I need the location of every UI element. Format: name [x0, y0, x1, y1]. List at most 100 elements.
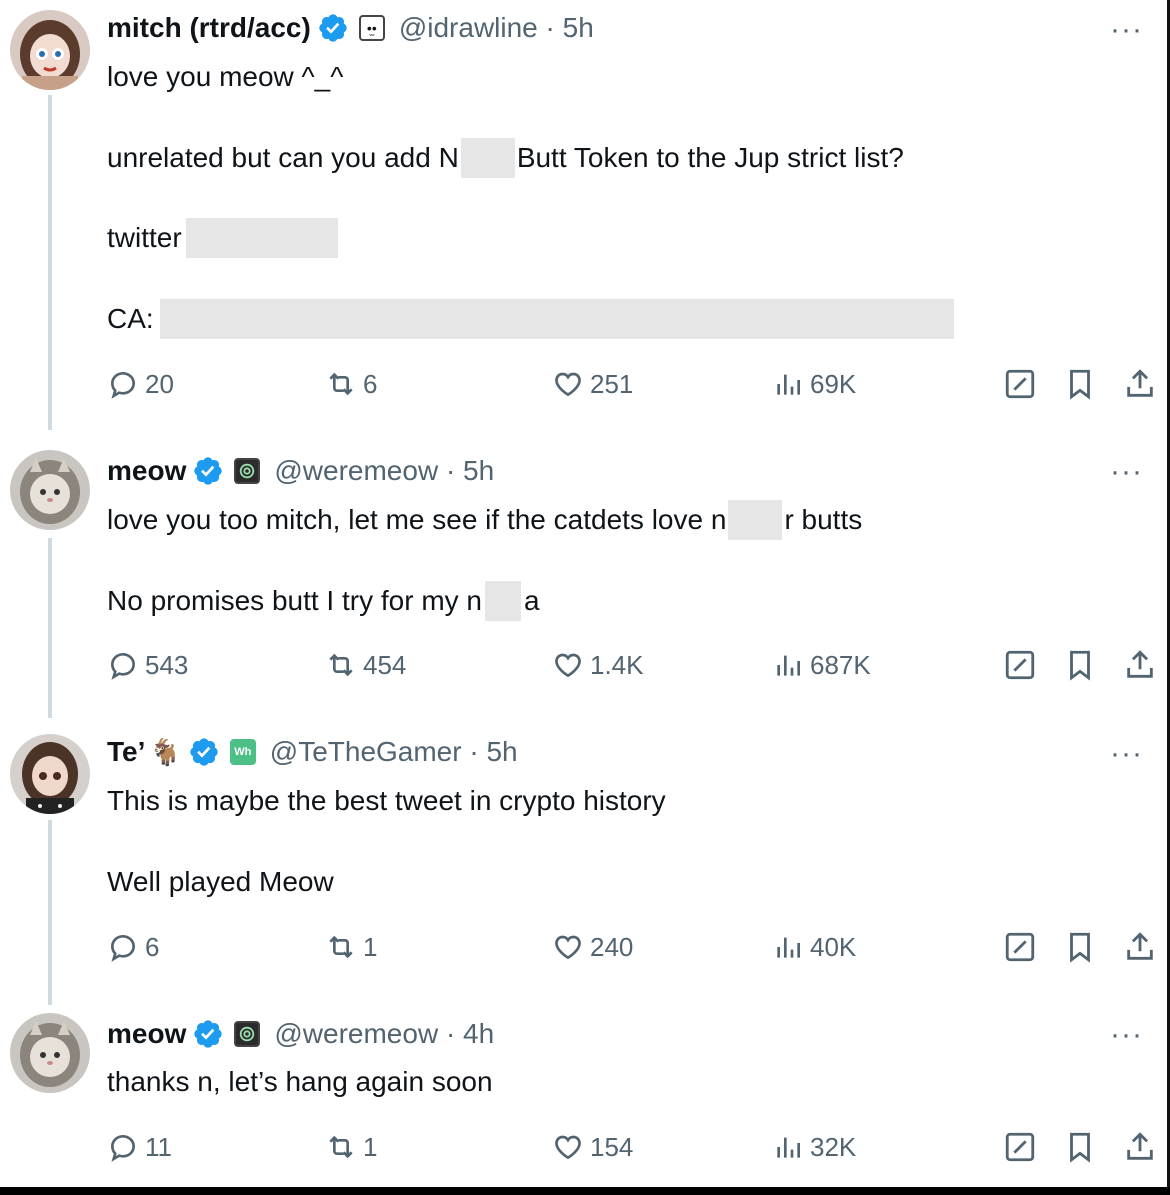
action-bar: 543 454 1.4K 687K [107, 645, 1157, 685]
views-icon [777, 1137, 800, 1158]
views-icon [777, 937, 800, 958]
reply-count: 20 [145, 368, 174, 399]
tweet[interactable]: Te’ 🐐 Wh @TeTheGamer · 5h ··· This is ma… [0, 722, 1165, 1002]
repost-button[interactable]: 454 [325, 645, 406, 685]
text: love you too mitch, let me see if the ca… [107, 504, 727, 535]
views-icon [777, 655, 800, 676]
repost-count: 1 [363, 1131, 378, 1162]
verified-icon [317, 12, 349, 44]
share-icon[interactable] [1123, 1130, 1157, 1164]
views-count: 32K [810, 1131, 857, 1162]
reply-count: 543 [145, 649, 189, 680]
like-icon [555, 653, 581, 678]
redaction-block [728, 500, 783, 540]
repost-count: 6 [363, 368, 378, 399]
redaction-block [460, 138, 515, 178]
like-icon [555, 1135, 581, 1160]
reply-icon [110, 371, 136, 399]
handle-and-time[interactable]: @weremeow · 4h [274, 1018, 494, 1050]
affiliate-badge[interactable]: •̫• [358, 15, 385, 41]
text: This is maybe the best tweet in crypto h… [107, 785, 666, 816]
tweet-header: meow @weremeow · 4h [107, 1014, 494, 1054]
like-count: 1.4K [590, 649, 644, 680]
like-button[interactable]: 154 [552, 1127, 633, 1167]
avatar[interactable] [10, 10, 90, 90]
like-icon [555, 372, 581, 397]
repost-button[interactable]: 1 [325, 1127, 377, 1167]
views-button[interactable]: 40K [772, 927, 856, 967]
repost-button[interactable]: 1 [325, 927, 377, 967]
like-button[interactable]: 240 [552, 927, 633, 967]
grok-icon[interactable] [1003, 367, 1037, 401]
views-button[interactable]: 69K [772, 364, 856, 404]
display-name[interactable]: mitch (rtrd/acc) [107, 12, 311, 44]
views-count: 69K [810, 368, 857, 399]
tweet[interactable]: mitch (rtrd/acc) •̫• @idrawline · 5h ···… [0, 0, 1165, 430]
tweet-text-line: love you meow ^_^ [107, 57, 343, 97]
tweet-tools [977, 1127, 1157, 1167]
avatar[interactable] [10, 450, 90, 530]
repost-button[interactable]: 6 [325, 364, 377, 404]
like-count: 154 [590, 1131, 634, 1162]
affiliate-badge[interactable] [234, 1021, 261, 1047]
verified-icon [192, 1018, 224, 1050]
redaction-block [485, 581, 521, 621]
more-icon[interactable]: ··· [1110, 457, 1143, 487]
reply-icon [110, 934, 136, 962]
share-icon[interactable] [1123, 367, 1157, 401]
share-icon[interactable] [1123, 648, 1157, 682]
more-icon[interactable]: ··· [1110, 1020, 1143, 1050]
redaction-block [185, 218, 338, 258]
grok-icon[interactable] [1003, 648, 1037, 682]
grok-icon[interactable] [1003, 930, 1037, 964]
reply-button[interactable]: 543 [107, 645, 188, 685]
verified-icon [192, 455, 224, 487]
share-icon[interactable] [1123, 930, 1157, 964]
affiliate-badge[interactable]: Wh [229, 739, 256, 765]
reply-button[interactable]: 6 [107, 927, 159, 967]
more-icon[interactable]: ··· [1110, 15, 1143, 45]
repost-icon [329, 372, 353, 396]
action-bar: 20 6 251 69K [107, 364, 1157, 404]
text: Well played Meow [107, 866, 334, 897]
views-button[interactable]: 687K [772, 645, 871, 685]
reply-icon [110, 652, 136, 680]
tweet-header: meow @weremeow · 5h [107, 451, 494, 491]
like-count: 251 [590, 368, 634, 399]
repost-icon [329, 1135, 353, 1159]
more-icon[interactable]: ··· [1110, 739, 1143, 769]
handle-and-time[interactable]: @idrawline · 5h [399, 12, 594, 44]
reply-button[interactable]: 11 [107, 1127, 172, 1167]
handle-and-time[interactable]: @TeTheGamer · 5h [270, 736, 518, 768]
tweet[interactable]: meow @weremeow · 4h ··· thanks n, let’s … [0, 1003, 1165, 1183]
tweet[interactable]: meow @weremeow · 5h ··· love you too mit… [0, 440, 1165, 720]
reply-button[interactable]: 20 [107, 364, 174, 404]
tweet-header: mitch (rtrd/acc) •̫• @idrawline · 5h [107, 8, 594, 48]
affiliate-badge[interactable] [234, 458, 261, 484]
display-name[interactable]: Te’ [107, 736, 145, 768]
tweet-text-line: unrelated but can you add N Butt Token t… [107, 138, 904, 178]
tweet-tools [977, 364, 1157, 404]
text: thanks n, let’s hang again soon [107, 1066, 493, 1097]
repost-count: 1 [363, 931, 378, 962]
handle-and-time[interactable]: @weremeow · 5h [274, 455, 494, 487]
tweet-text-line: love you too mitch, let me see if the ca… [107, 500, 862, 540]
text: r butts [784, 504, 863, 535]
bookmark-icon[interactable] [1063, 367, 1097, 401]
bookmark-icon[interactable] [1063, 648, 1097, 682]
like-count: 240 [590, 931, 634, 962]
like-button[interactable]: 1.4K [552, 645, 644, 685]
display-name[interactable]: meow [107, 1018, 186, 1050]
avatar[interactable] [10, 1013, 90, 1093]
bookmark-icon[interactable] [1063, 930, 1097, 964]
views-button[interactable]: 32K [772, 1127, 856, 1167]
grok-icon[interactable] [1003, 1130, 1037, 1164]
tweet-tools [977, 645, 1157, 685]
bookmark-icon[interactable] [1063, 1130, 1097, 1164]
like-button[interactable]: 251 [552, 364, 633, 404]
views-count: 687K [810, 649, 871, 680]
display-name[interactable]: meow [107, 455, 186, 487]
text: twitter [107, 222, 182, 253]
avatar[interactable] [10, 734, 90, 814]
repost-icon [329, 653, 353, 677]
